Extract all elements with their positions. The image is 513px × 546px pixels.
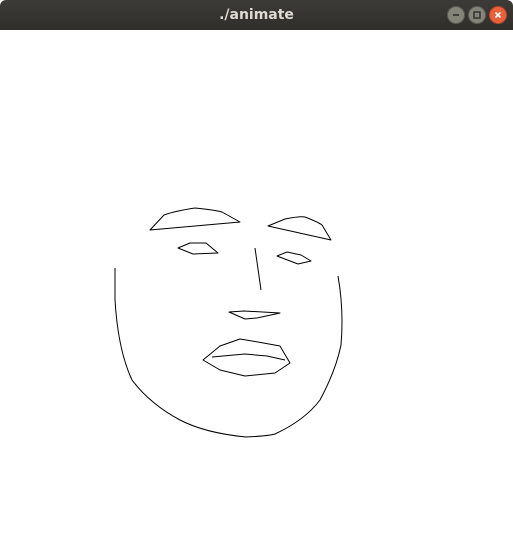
mouth-inner — [211, 353, 286, 361]
face-contour — [114, 268, 343, 438]
face-drawing — [114, 207, 343, 438]
window-controls — [447, 6, 507, 24]
left-eye — [177, 242, 219, 255]
close-icon — [494, 11, 502, 19]
maximize-icon — [473, 11, 481, 19]
maximize-button[interactable] — [468, 6, 486, 24]
nose — [254, 247, 262, 291]
mouth-outer — [202, 338, 291, 377]
drawing-canvas[interactable] — [0, 30, 513, 542]
window-title: ./animate — [219, 7, 294, 23]
window-titlebar[interactable]: ./animate — [0, 0, 513, 30]
close-button[interactable] — [489, 6, 507, 24]
left-eyebrow — [149, 207, 241, 231]
minimize-button[interactable] — [447, 6, 465, 24]
minimize-icon — [453, 14, 459, 16]
right-eyebrow — [267, 216, 332, 241]
nose-base — [228, 310, 281, 320]
right-eye — [276, 251, 312, 265]
